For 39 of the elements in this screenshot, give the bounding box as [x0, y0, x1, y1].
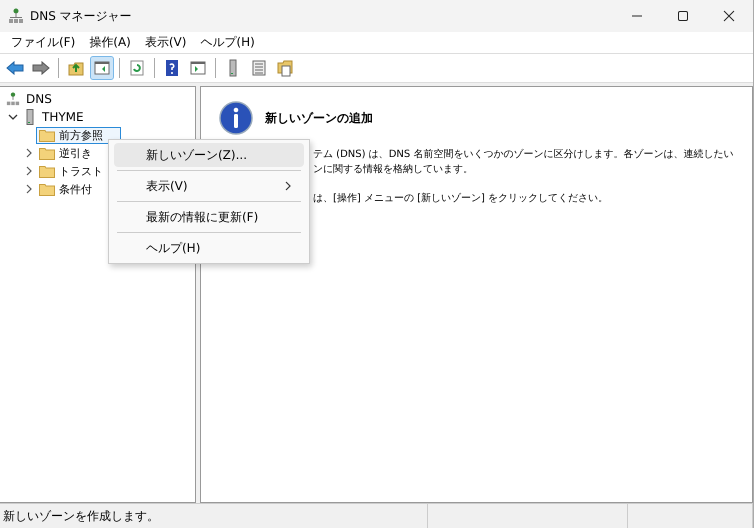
- menu-item[interactable]: ヘルプ(H): [193, 34, 262, 51]
- menu-item[interactable]: 新しいゾーン(Z)...: [114, 143, 304, 167]
- left-arrow-icon: [6, 59, 24, 77]
- close-icon[interactable]: [723, 10, 735, 22]
- description-text: ンに関する情報を格納しています。: [313, 162, 474, 177]
- menu-item[interactable]: ヘルプ(H): [114, 236, 304, 260]
- chevron-icon[interactable]: [24, 166, 34, 176]
- chevron-icon[interactable]: [8, 112, 18, 122]
- menu-item[interactable]: 最新の情報に更新(F): [114, 205, 304, 229]
- maximize-icon[interactable]: [677, 10, 689, 22]
- server-icon: [24, 109, 36, 125]
- description-text: テム (DNS) は、DNS 名前空間をいくつかのゾーンに区分けします。各ゾーンは、連続したい: [313, 148, 734, 162]
- menu-item[interactable]: 表示(V): [138, 34, 194, 51]
- folder-icon: [39, 146, 55, 160]
- folder-icon: [39, 182, 55, 196]
- tree-item[interactable]: DNS: [26, 92, 52, 106]
- folder-icon: [276, 59, 294, 77]
- right-arrow-icon: [32, 59, 50, 77]
- folder-icon: [39, 128, 55, 142]
- chevron-icon[interactable]: [24, 148, 34, 158]
- status-text: 新しいゾーンを作成します。: [0, 504, 428, 528]
- chevron-icon[interactable]: [24, 184, 34, 194]
- network-icon: [6, 92, 20, 106]
- tree-item[interactable]: 前方参照: [36, 126, 121, 144]
- refresh-icon: [128, 59, 146, 77]
- info-icon: [219, 101, 253, 135]
- folder-icon: [39, 164, 55, 178]
- tree-item[interactable]: THYME: [42, 110, 84, 124]
- network-icon: [8, 8, 24, 24]
- list-icon: [250, 59, 268, 77]
- panel-button[interactable]: [90, 56, 114, 80]
- section-heading: 新しいゾーンの追加: [265, 110, 373, 126]
- description-text: は、[操作] メニューの [新しいゾーン] をクリックしてください。: [313, 192, 610, 206]
- menu-item[interactable]: 操作(A): [82, 34, 138, 51]
- help-icon: [163, 59, 181, 77]
- window-title: DNS マネージャー: [30, 8, 132, 24]
- menu-item[interactable]: ファイル(F): [4, 34, 82, 51]
- window-icon: [93, 59, 111, 77]
- window-icon: [189, 59, 207, 77]
